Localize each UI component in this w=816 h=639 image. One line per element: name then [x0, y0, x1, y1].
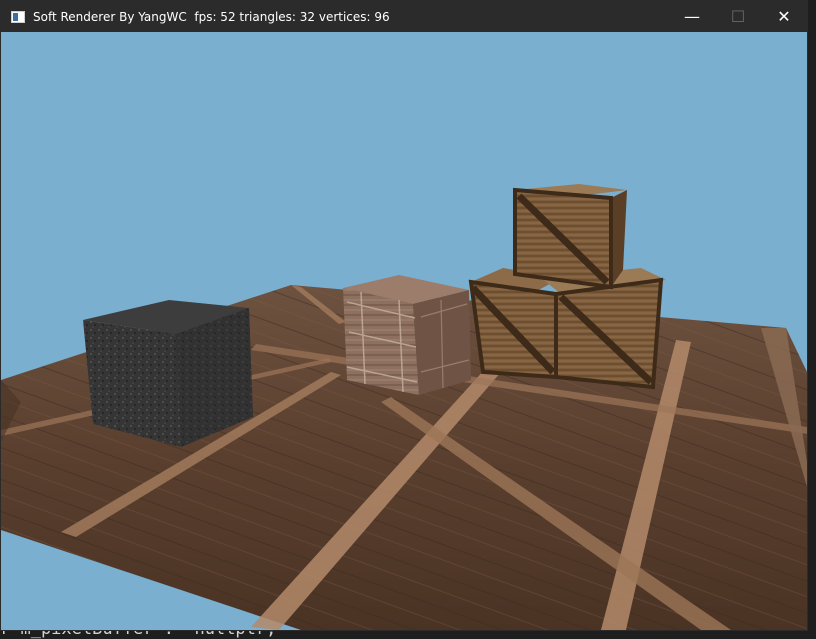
dark-crate [83, 300, 253, 447]
app-window-icon [11, 10, 25, 23]
title-bar[interactable]: Soft Renderer By YangWC fps: 52 triangle… [1, 1, 807, 32]
render-viewport[interactable] [1, 32, 807, 630]
light-crate [343, 275, 471, 395]
wood-crate-bottom-left [468, 268, 561, 380]
maximize-button[interactable]: ☐ [715, 1, 761, 32]
rendered-scene [1, 184, 807, 630]
renderer-window: Soft Renderer By YangWC fps: 52 triangle… [0, 0, 808, 631]
close-icon: ✕ [777, 7, 791, 26]
minimize-button[interactable]: — [669, 1, 715, 32]
wood-crate-top [513, 184, 627, 290]
close-button[interactable]: ✕ [761, 1, 807, 32]
window-title: Soft Renderer By YangWC fps: 52 triangle… [33, 9, 390, 24]
minimize-icon: — [684, 7, 700, 26]
maximize-icon: ☐ [730, 7, 746, 26]
window-controls: — ☐ ✕ [669, 1, 807, 32]
